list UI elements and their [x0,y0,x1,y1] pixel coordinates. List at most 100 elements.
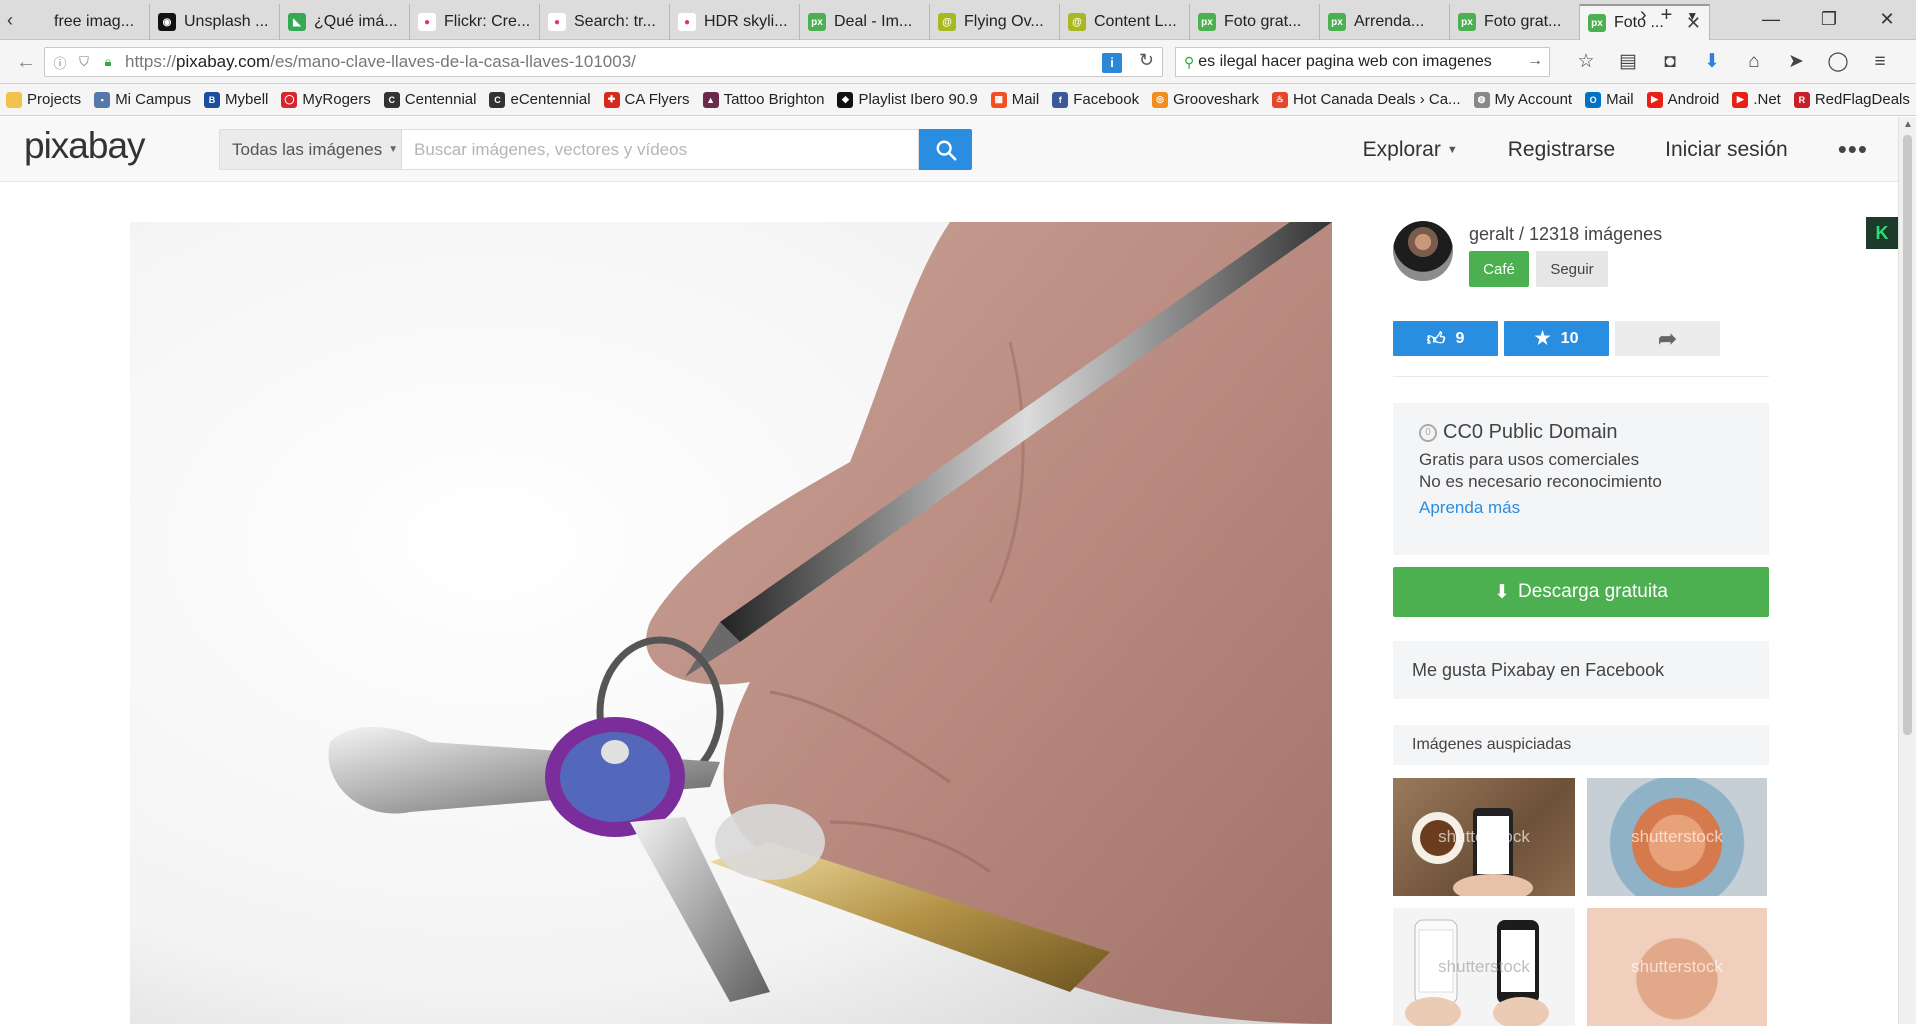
url-text[interactable]: https://pixabay.com/es/mano-clave-llaves… [125,52,636,72]
cafe-button[interactable]: Café [1469,251,1529,287]
sponsored-thumb-phone-coffee[interactable]: shutterstock [1393,778,1575,896]
sponsored-thumb-joined-hands[interactable]: shutterstock [1587,908,1767,1026]
nav-login[interactable]: Iniciar sesión [1665,138,1788,162]
follow-button[interactable]: Seguir [1536,251,1608,287]
browser-tab[interactable]: ◉ Unsplash ... [150,4,280,40]
bookmark-item[interactable]: R RedFlagDeals [1793,91,1910,108]
tab-label: HDR skyli... [704,13,788,30]
tab-list-chevron-down-icon[interactable]: ▼ [1686,4,1698,28]
browser-tab[interactable]: free imag... [20,4,150,40]
tab-controls: › + ▼ [1640,4,1698,28]
radio-icon: ◆ [837,91,854,108]
bookmark-item[interactable]: ▶ Android [1646,91,1719,108]
bookmark-item[interactable]: Projects [6,91,81,108]
bookmark-item[interactable]: ◍ My Account [1473,91,1572,108]
scroll-up-icon[interactable]: ▲ [1903,119,1913,130]
shield-icon[interactable]: ⛉ [75,54,93,70]
browser-tab[interactable]: ● HDR skyli... [670,4,800,40]
browser-search-field[interactable]: ⚲ es ilegal hacer pagina web con imagene… [1175,47,1550,77]
bookmark-item[interactable]: ◎ Grooveshark [1152,91,1259,108]
browser-tab[interactable]: px Foto grat... [1190,4,1320,40]
bookmark-item[interactable]: C Centennial [383,91,476,108]
more-menu-icon[interactable]: ••• [1838,134,1868,165]
nav-register[interactable]: Registrarse [1508,138,1615,162]
browser-search-text: es ilegal hacer pagina web con imagenes [1198,53,1492,70]
avatar[interactable] [1393,221,1453,281]
reading-list-icon[interactable]: ▤ [1607,48,1649,76]
bookmark-item[interactable]: ♨ Hot Canada Deals › Ca... [1271,91,1461,108]
tabs-scroll-left-icon[interactable]: ‹ [2,8,18,32]
tab-label: Content L... [1094,13,1177,30]
browser-tab[interactable]: ◣ ¿Qué imá... [280,4,410,40]
window-close-icon[interactable]: ✕ [1858,0,1916,40]
author-name[interactable]: geralt / 12318 imágenes [1469,224,1662,245]
browser-tab[interactable]: ● Flickr: Cre... [410,4,540,40]
kickstarter-tab-icon[interactable]: K [1866,217,1898,249]
favorite-button[interactable]: ★ 10 [1504,321,1609,356]
camera-icon: ◉ [158,13,176,31]
new-tab-icon[interactable]: + [1661,4,1673,28]
bookmarks-bar: Projects ▪ Mi Campus B Mybell ◯ MyRogers C Cente… [0,84,1916,116]
learn-more-link[interactable]: Aprenda más [1419,498,1749,518]
download-button[interactable]: ⬇ Descarga gratuita [1393,567,1769,617]
minimize-icon[interactable]: — [1742,0,1800,40]
downloads-icon[interactable]: ⬇ [1691,48,1733,76]
search-input[interactable] [401,129,919,170]
share-button[interactable]: ➦ [1615,321,1720,356]
browser-tab[interactable]: ● Search: tr... [540,4,670,40]
search-go-arrow-icon[interactable]: → [1523,52,1543,70]
main-photo[interactable] [130,222,1332,1024]
outlook-icon: O [1585,91,1602,108]
pocket-icon[interactable]: ◘ [1649,48,1691,76]
flag-icon: ✚ [603,91,620,108]
watermark: shutterstock [1631,957,1723,976]
back-arrow-icon[interactable]: ← [10,48,42,76]
bookmark-item[interactable]: CeCentennial [489,91,591,108]
menu-icon[interactable]: ≡ [1859,48,1901,76]
browser-tab[interactable]: px Arrenda... [1320,4,1450,40]
tab-label: Flickr: Cre... [444,13,531,30]
bookmark-item[interactable]: ▶ .Net [1732,91,1781,108]
page-scrollbar[interactable]: ▲ [1898,117,1916,1024]
bookmark-item[interactable]: ▲ Tattoo Brighton [702,91,824,108]
chat-icon[interactable]: ◯ [1817,48,1859,76]
url-bar[interactable]: ⓘ ⛉ 🔒︎ https://pixabay.com/es/mano-clave… [44,47,1163,77]
search-type-dropdown[interactable]: Todas las imágenes ▼ [219,129,401,170]
bookmark-item[interactable]: ▦ Mail [990,91,1039,108]
bookmark-star-icon[interactable]: ☆ [1565,48,1607,76]
send-icon[interactable]: ➤ [1775,48,1817,76]
sponsored-thumb-team-hands[interactable]: shutterstock [1587,778,1767,896]
bookmark-item[interactable]: O Mail [1585,91,1634,108]
bookmark-item[interactable]: ✚ CA Flyers [603,91,690,108]
image-actions: 👍︎ 9 ★ 10 ➦ [1393,321,1769,377]
bookmark-item[interactable]: ◯ MyRogers [281,91,371,108]
scrollbar-thumb[interactable] [1903,135,1912,735]
nav-explore[interactable]: Explorar ▼ [1363,138,1458,162]
home-icon[interactable]: ⌂ [1733,48,1775,76]
reload-icon[interactable]: ↻ [1139,50,1154,71]
tab-label: Unsplash ... [184,13,269,30]
like-button[interactable]: 👍︎ 9 [1393,321,1498,356]
bookmark-item[interactable]: f Facebook [1052,91,1139,108]
sponsored-thumb-two-phones[interactable]: shutterstock [1393,908,1575,1026]
info-icon[interactable]: ⓘ [51,53,69,72]
sponsored-images-heading: Imágenes auspiciadas [1393,725,1769,765]
bookmark-item[interactable]: B Mybell [204,91,268,108]
pixabay-logo[interactable]: pixabay [24,125,146,167]
restore-icon[interactable]: ❐ [1800,0,1858,40]
browser-tab[interactable]: px Foto grat... [1450,4,1580,40]
browser-tab[interactable]: @ Flying Ov... [930,4,1060,40]
facebook-like-box[interactable]: Me gusta Pixabay en Facebook [1393,641,1769,699]
browser-tab[interactable]: px Deal - Im... [800,4,930,40]
flickr-icon: ● [678,13,696,31]
browser-tab[interactable]: @ Content L... [1060,4,1190,40]
tabs-scroll-right-icon[interactable]: › [1640,4,1647,28]
folder-icon [6,91,22,108]
pixabay-icon: px [1588,14,1606,32]
grooveshark-icon: ◎ [1152,91,1169,108]
search-button[interactable] [919,129,972,170]
lock-icon[interactable]: 🔒︎ [99,54,117,70]
bookmark-item[interactable]: ◆ Playlist Ibero 90.9 [837,91,978,108]
page-info-icon[interactable]: i [1102,53,1122,73]
bookmark-item[interactable]: ▪ Mi Campus [94,91,191,108]
